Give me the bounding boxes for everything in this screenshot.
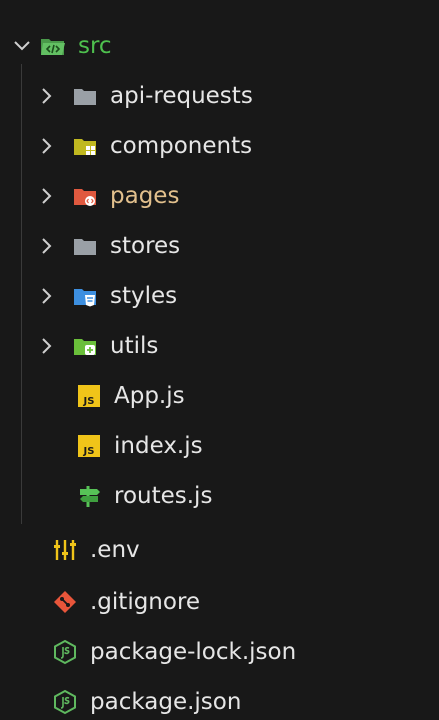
tree-item-routes-js[interactable]: routes.js (0, 470, 439, 522)
folder-styles-icon (72, 283, 98, 309)
tree-item-pages[interactable]: pages (0, 170, 439, 222)
tree-item-label: routes.js (114, 482, 213, 509)
tree-item-label: package-lock.json (90, 638, 297, 665)
tree-item-label: utils (110, 332, 159, 359)
tree-item-env[interactable]: .env (0, 524, 439, 576)
tree-item-label: src (78, 32, 112, 59)
folder-pages-icon (72, 183, 98, 209)
tree-item-src[interactable]: src (0, 20, 439, 72)
tree-item-styles[interactable]: styles (0, 270, 439, 322)
tree-item-package-lock-json[interactable]: package-lock.json (0, 626, 439, 678)
tree-item-label: api-requests (110, 82, 253, 109)
tree-item-stores[interactable]: stores (0, 220, 439, 272)
chevron-right-icon[interactable] (36, 136, 56, 156)
tree-item-index-js[interactable]: JS index.js (0, 420, 439, 472)
folder-src-open-icon (40, 33, 66, 59)
chevron-right-icon[interactable] (36, 86, 56, 106)
nodejs-icon (52, 689, 78, 715)
tree-item-label: .gitignore (90, 588, 201, 615)
env-file-icon (52, 537, 78, 563)
chevron-right-icon[interactable] (36, 286, 56, 306)
chevron-right-icon[interactable] (36, 236, 56, 256)
routes-file-icon (76, 483, 102, 509)
chevron-right-icon[interactable] (36, 186, 56, 206)
folder-icon (72, 83, 98, 109)
tree-item-components[interactable]: components (0, 120, 439, 172)
chevron-right-icon[interactable] (36, 336, 56, 356)
tree-item-app-js[interactable]: JS App.js (0, 370, 439, 422)
tree-item-label: styles (110, 282, 178, 309)
folder-utils-icon (72, 333, 98, 359)
tree-item-label: package.json (90, 688, 242, 715)
tree-item-label: index.js (114, 432, 203, 459)
tree-item-label: .env (90, 536, 140, 563)
tree-item-label: components (110, 132, 253, 159)
tree-item-utils[interactable]: utils (0, 320, 439, 372)
chevron-down-icon[interactable] (12, 36, 32, 56)
folder-components-icon (72, 133, 98, 159)
tree-item-label: stores (110, 232, 181, 259)
javascript-file-icon: JS (76, 383, 102, 409)
tree-item-api-requests[interactable]: api-requests (0, 70, 439, 122)
tree-item-package-json[interactable]: package.json (0, 676, 439, 720)
git-icon (52, 589, 78, 615)
file-explorer: src api-requests components pages stores… (0, 0, 439, 720)
svg-text:JS: JS (83, 446, 95, 457)
svg-text:JS: JS (83, 396, 95, 407)
javascript-file-icon: JS (76, 433, 102, 459)
tree-item-gitignore[interactable]: .gitignore (0, 576, 439, 628)
tree-item-label: App.js (114, 382, 185, 409)
nodejs-icon (52, 639, 78, 665)
tree-item-label: pages (110, 182, 180, 209)
folder-icon (72, 233, 98, 259)
